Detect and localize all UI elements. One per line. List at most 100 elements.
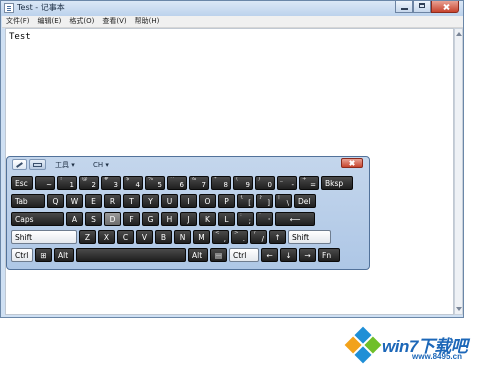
key-label: Ctrl	[233, 251, 247, 260]
key-t[interactable]: T	[123, 194, 140, 208]
key-f[interactable]: F	[123, 212, 140, 226]
key-r[interactable]: R	[104, 194, 121, 208]
tools-menu[interactable]: 工具 ▾	[55, 160, 75, 170]
key-1[interactable]: ! 1	[57, 176, 77, 190]
key-y[interactable]: Y	[142, 194, 159, 208]
key-caps[interactable]: Caps	[11, 212, 64, 226]
key-ctrl[interactable]: Ctrl	[11, 248, 33, 262]
key-sym[interactable]: + =	[299, 176, 319, 190]
menu-file[interactable]: 文件(F)	[2, 16, 34, 27]
menu-help[interactable]: 帮助(H)	[131, 16, 164, 27]
key-sym[interactable]: →	[299, 248, 316, 262]
key-p[interactable]: P	[218, 194, 235, 208]
scroll-up-icon[interactable]	[456, 32, 462, 36]
key-w[interactable]: W	[66, 194, 83, 208]
key-9[interactable]: (9	[233, 176, 253, 190]
key-shift-label: !	[60, 176, 63, 182]
maximize-button[interactable]	[413, 1, 431, 13]
key-e[interactable]: E	[85, 194, 102, 208]
key-sym[interactable]: <,	[212, 230, 229, 244]
key-label: G	[147, 215, 154, 224]
key-sym[interactable]: | \	[275, 194, 292, 208]
title-bar[interactable]: Test - 记事本	[1, 1, 463, 16]
key-d[interactable]: D	[104, 212, 121, 226]
key-h[interactable]: H	[161, 212, 178, 226]
keyboard-close-button[interactable]	[341, 158, 363, 168]
key-sym[interactable]: ⟵	[275, 212, 315, 226]
key-sym[interactable]: :;	[237, 212, 254, 226]
key-s[interactable]: S	[85, 212, 102, 226]
key-bksp[interactable]: Bksp	[321, 176, 353, 190]
key-label: R	[109, 197, 116, 206]
key-a[interactable]: A	[66, 212, 83, 226]
key-sym[interactable]: {[	[237, 194, 254, 208]
key-4[interactable]: $4	[123, 176, 143, 190]
menu-view[interactable]: 查看(V)	[98, 16, 130, 27]
key-label: 8	[223, 181, 228, 189]
vertical-scrollbar[interactable]	[454, 28, 463, 315]
key-shift-label: @	[82, 176, 88, 182]
key-l[interactable]: L	[218, 212, 235, 226]
key-sym[interactable]: " '	[256, 212, 273, 226]
key-alt[interactable]: Alt	[54, 248, 74, 262]
key-alt[interactable]: Alt	[188, 248, 208, 262]
key-j[interactable]: J	[180, 212, 197, 226]
language-menu[interactable]: CH ▾	[93, 160, 109, 170]
key-sym[interactable]: ? /	[250, 230, 267, 244]
key-n[interactable]: N	[174, 230, 191, 244]
key-label: X	[103, 233, 110, 242]
key-sym[interactable]: ↑	[269, 230, 286, 244]
key-label: 9	[245, 181, 250, 189]
key-sym[interactable]: ←	[261, 248, 278, 262]
key-o[interactable]: O	[199, 194, 216, 208]
scroll-down-icon[interactable]	[456, 307, 462, 311]
key-sym[interactable]: ↓	[280, 248, 297, 262]
key-label: 6	[179, 181, 184, 189]
key-shift[interactable]: Shift	[11, 230, 77, 244]
key-sym[interactable]: ` ~	[35, 176, 55, 190]
close-button[interactable]	[431, 1, 459, 13]
key-u[interactable]: U	[161, 194, 178, 208]
key-label: Alt	[192, 251, 203, 260]
key-x[interactable]: X	[98, 230, 115, 244]
key-shift[interactable]: Shift	[288, 230, 331, 244]
key-sym[interactable]: ▤	[210, 248, 227, 262]
key-v[interactable]: V	[136, 230, 153, 244]
key-tab[interactable]: Tab	[11, 194, 45, 208]
key-shift-label: <	[215, 230, 220, 236]
key-8[interactable]: * 8	[211, 176, 231, 190]
menu-format[interactable]: 格式(O)	[65, 16, 98, 27]
key-z[interactable]: Z	[79, 230, 96, 244]
key-label: ⟵	[289, 215, 301, 224]
key-del[interactable]: Del	[294, 194, 316, 208]
key-shift-label: "	[259, 212, 262, 218]
key-k[interactable]: K	[199, 212, 216, 226]
key-5[interactable]: % 5	[145, 176, 165, 190]
key-6[interactable]: ^ 6	[167, 176, 187, 190]
key-label: W	[70, 197, 79, 206]
key-m[interactable]: M	[193, 230, 210, 244]
key-0[interactable]: ) 0	[255, 176, 275, 190]
handwriting-pen-icon[interactable]	[12, 159, 27, 170]
key-label: C	[122, 233, 129, 242]
key-3[interactable]: #3	[101, 176, 121, 190]
key-space[interactable]	[76, 248, 186, 262]
key-2[interactable]: @2	[79, 176, 99, 190]
key-g[interactable]: G	[142, 212, 159, 226]
key-sym[interactable]: _ -	[277, 176, 297, 190]
key-fn[interactable]: Fn	[318, 248, 340, 262]
minimize-button[interactable]	[395, 1, 413, 13]
keyboard-icon[interactable]	[29, 159, 46, 170]
key-i[interactable]: I	[180, 194, 197, 208]
key-sym[interactable]: }]	[256, 194, 273, 208]
key-sym[interactable]: ⊞	[35, 248, 52, 262]
key-ctrl[interactable]: Ctrl	[229, 248, 259, 262]
key-7[interactable]: & 7	[189, 176, 209, 190]
key-c[interactable]: C	[117, 230, 134, 244]
key-sym[interactable]: >.	[231, 230, 248, 244]
menu-edit[interactable]: 编辑(E)	[34, 16, 66, 27]
key-b[interactable]: B	[155, 230, 172, 244]
key-shift-label: |	[278, 194, 280, 200]
key-q[interactable]: Q	[47, 194, 64, 208]
key-esc[interactable]: Esc	[11, 176, 33, 190]
